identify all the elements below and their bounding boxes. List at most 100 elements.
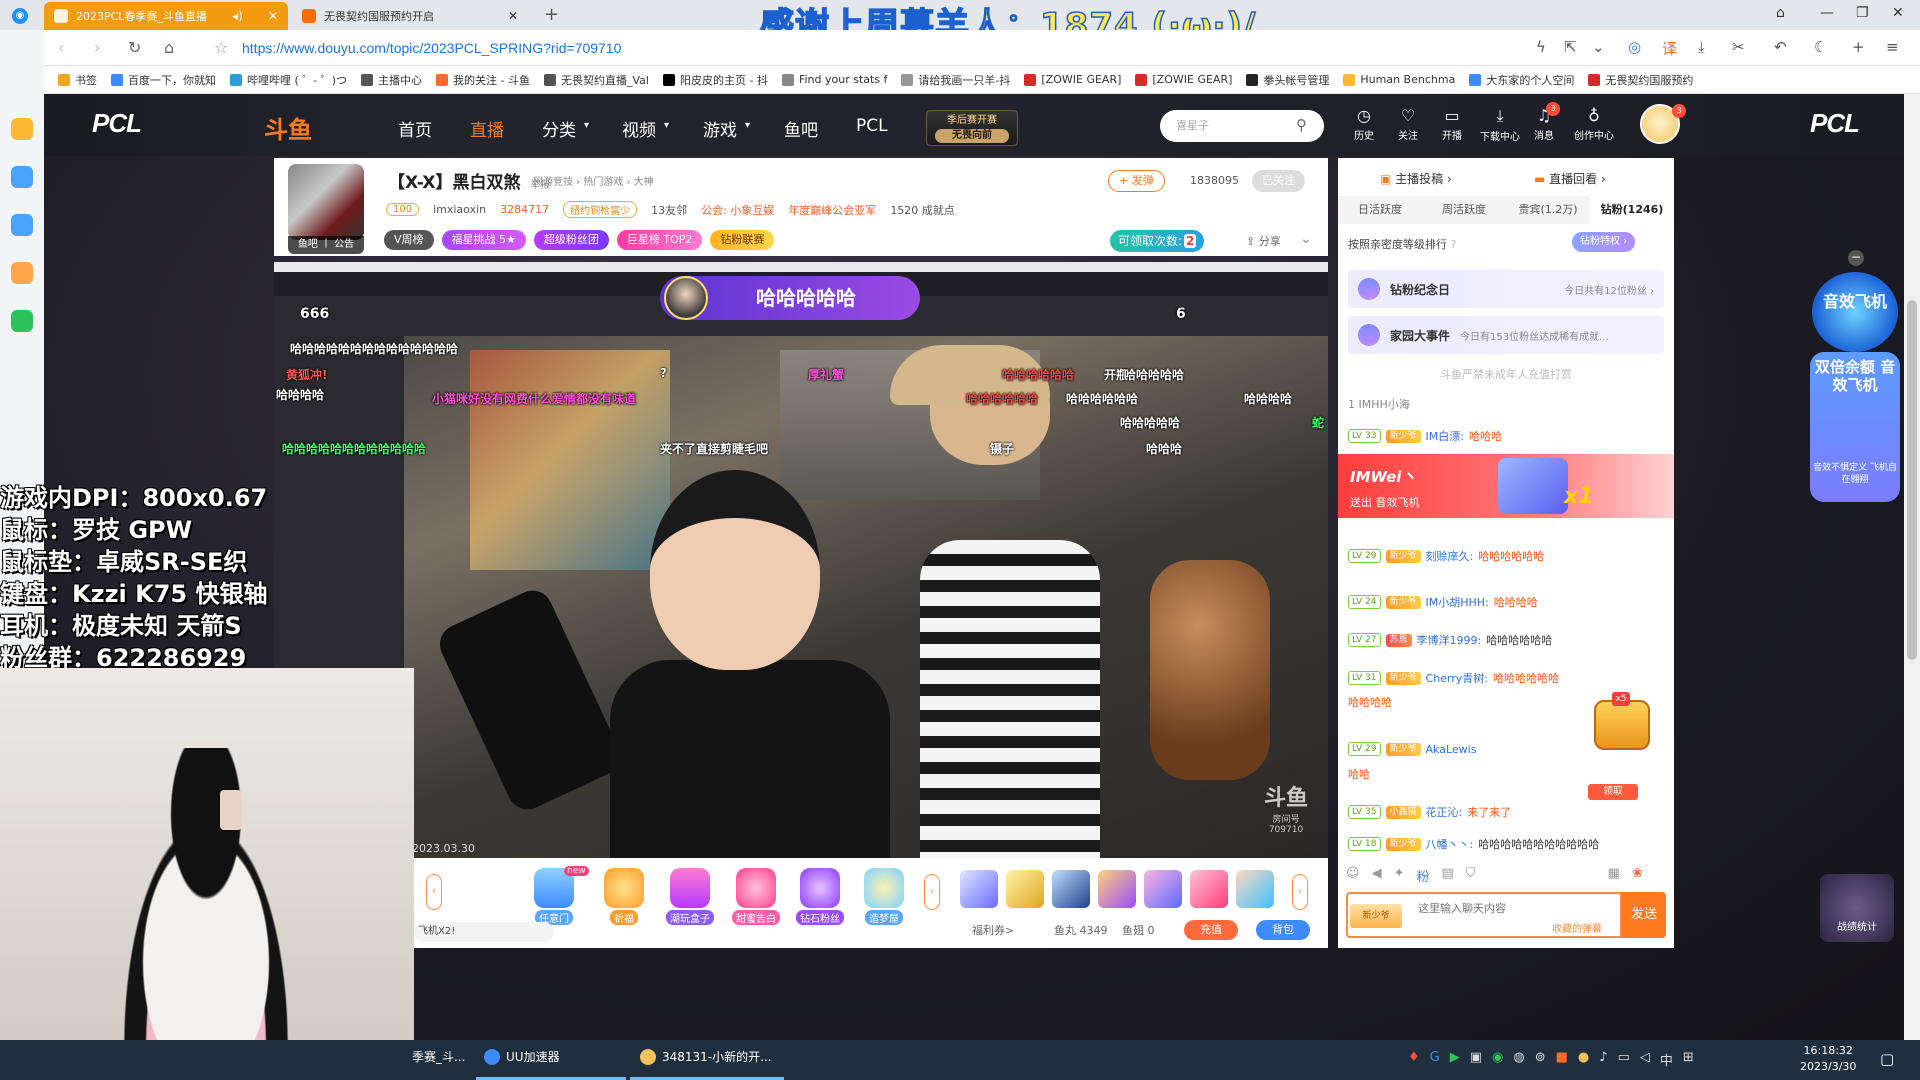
bookmark-item[interactable]: [ZOWIE GEAR] — [1024, 73, 1121, 86]
super-fans-pill[interactable]: 超级粉丝团 — [533, 230, 609, 250]
messages-button[interactable]: ♫ 消息 3 — [1524, 102, 1564, 142]
lightning-icon[interactable]: ϟ — [1536, 38, 1546, 56]
nav-home[interactable]: 首页 — [398, 116, 432, 141]
battle-stats-badge[interactable]: 战绩统计 — [1820, 874, 1894, 942]
chat-message[interactable]: LV 29 新少爷 刻赊庠久: 哈哈哈哈哈哈 — [1348, 548, 1664, 564]
tray-cloud-icon[interactable]: ◍ — [1513, 1050, 1524, 1069]
start-live-button[interactable]: ▭ 开播 — [1432, 106, 1472, 142]
streamer-name[interactable]: imxiaoxin — [433, 203, 486, 216]
friends-count[interactable]: 13友邻 — [651, 202, 687, 218]
bookmark-item[interactable]: 无畏契约国服预约 — [1588, 72, 1693, 88]
copper-pill[interactable]: 纽约铜枪富少 — [563, 201, 638, 218]
promo-diamond-anniversary[interactable]: 钻粉纪念日 今日共有12位粉丝 › — [1348, 270, 1664, 308]
gift-diamond-fans[interactable]: 钻石粉丝 — [796, 868, 844, 925]
backpack-button[interactable]: 背包 — [1256, 920, 1310, 940]
chat-username[interactable]: 花正沁: — [1426, 804, 1463, 820]
chat-message[interactable]: LV 24 新少爷 IM小胡HHH: 哈哈哈哈 — [1348, 594, 1664, 610]
streamer-avatar[interactable] — [288, 164, 364, 240]
tab-diamond-fans[interactable]: 钻粉(1246) — [1590, 196, 1674, 224]
tray-c-icon[interactable]: G — [1430, 1050, 1440, 1069]
restore-button[interactable]: ❐ — [1856, 5, 1869, 21]
tray-volume-icon[interactable]: ♪ — [1599, 1050, 1607, 1069]
bookmark-item[interactable]: Find your stats f — [781, 73, 887, 86]
tab-replay[interactable]: ▬ 直播回看 › — [1534, 170, 1606, 187]
tray-app-icon[interactable]: ■ — [1556, 1050, 1568, 1069]
nav-category[interactable]: 分类 — [542, 116, 576, 141]
chat-username[interactable]: Cherry青树: — [1426, 670, 1489, 686]
reload-icon[interactable]: ↻ — [128, 38, 141, 57]
gift-car-icon[interactable] — [1236, 870, 1274, 908]
send-button[interactable]: 发送 — [1622, 892, 1666, 938]
download-center-button[interactable]: ⤓ 下载中心 — [1476, 106, 1524, 143]
tray-steam-icon[interactable]: ⊚ — [1535, 1050, 1546, 1069]
taskbar-item-obs[interactable]: 348131-小新的开... — [640, 1048, 772, 1065]
back-icon[interactable]: ‹ — [58, 38, 64, 57]
welfare-pill[interactable]: 福星挑战 5★ — [441, 230, 526, 250]
bookmark-item[interactable]: 大东家的个人空间 — [1469, 72, 1574, 88]
block-icon[interactable]: ▦ — [1608, 866, 1620, 885]
nav-pcl[interactable]: PCL — [856, 116, 888, 136]
guild-label[interactable]: 公会: 小象互娱 — [701, 202, 774, 218]
gift-ship-icon[interactable] — [1052, 870, 1090, 908]
bookmark-item[interactable]: 我的关注 - 斗鱼 — [436, 72, 530, 88]
treasure-chest-icon[interactable] — [1594, 700, 1650, 750]
follow-list-button[interactable]: ♡ 关注 — [1388, 106, 1428, 142]
chat-username[interactable]: 刻赊庠久: — [1426, 548, 1474, 564]
douyu-logo[interactable]: 斗鱼 — [264, 110, 312, 145]
bookmark-item[interactable]: [ZOWIE GEAR] — [1135, 73, 1232, 86]
gift-portal[interactable]: 任意门 — [530, 868, 578, 925]
chat-message[interactable]: LV 35 小鑫猫 花正沁: 来了来了 — [1348, 804, 1664, 820]
gift-scroll-right[interactable]: › — [1292, 874, 1308, 910]
extension-icon[interactable]: ◎ — [1628, 38, 1641, 56]
tab-daily-activity[interactable]: 日活跃度 — [1338, 196, 1422, 224]
season-badge[interactable]: 季后赛开赛 无畏向前 — [926, 110, 1018, 146]
nav-yuba[interactable]: 鱼吧 — [784, 116, 818, 141]
scrollbar-thumb[interactable] — [1907, 300, 1917, 660]
tab-valorant[interactable]: 无畏契约国服预约开启 ✕ — [292, 2, 528, 30]
more-options-icon[interactable]: ⌄ — [1300, 231, 1312, 247]
search-icon[interactable] — [11, 262, 33, 284]
tray-grid-icon[interactable]: ⊞ — [1683, 1050, 1694, 1069]
first-rank-user[interactable]: 1 IMHH小海 — [1348, 396, 1664, 412]
gift-heart-icon[interactable] — [1190, 870, 1228, 908]
forward-icon[interactable]: › — [94, 38, 100, 57]
gift-rocket-icon[interactable] — [1006, 870, 1044, 908]
chat-message[interactable]: 哈哈 — [1348, 766, 1664, 782]
new-tab-button[interactable]: + — [544, 4, 559, 25]
double-balance-badge[interactable]: 双倍余额 音效飞机 音效不惧定义 飞机自在翱翔 — [1810, 352, 1900, 502]
tray-ime-label[interactable]: 中 — [1660, 1050, 1673, 1069]
bookmark-item[interactable]: 阳皮皮的主页 - 抖 — [662, 72, 768, 88]
url-field[interactable]: https://www.douyu.com/topic/2023PCL_SPRI… — [242, 40, 621, 56]
tray-network-icon[interactable]: ▭ — [1618, 1050, 1630, 1069]
giant-star-pill[interactable]: 巨星榜 TOP2 — [616, 230, 703, 250]
claim-button[interactable]: 可领取次数: 2 — [1110, 230, 1205, 252]
gift-scroll-arrow[interactable]: › — [924, 874, 940, 910]
star-icon[interactable]: ☆ — [214, 38, 228, 57]
sound-plane-badge[interactable]: 音效飞机 — [1812, 272, 1898, 352]
translate-icon[interactable]: 译 — [1662, 38, 1677, 59]
send-danmu-button[interactable]: + 发弹 — [1108, 170, 1165, 192]
emoji-icon[interactable]: ☺ — [1346, 866, 1360, 885]
chat-message[interactable]: LV 33 新少爷 IM白漂: 哈哈哈 — [1348, 428, 1664, 444]
gift-banner[interactable]: IMWei丶 送出 音效飞机 x1 — [1338, 454, 1674, 518]
avatar-tag[interactable]: 鱼吧 丨 公告 — [288, 236, 364, 254]
search-icon[interactable]: ⚲ — [1296, 116, 1307, 134]
achievement-points[interactable]: 1520 成就点 — [890, 202, 955, 218]
badge-icon[interactable]: ✦ — [1394, 866, 1405, 885]
cloud-icon[interactable] — [11, 166, 33, 188]
tab-vip[interactable]: 贵宾(1.2万) — [1506, 196, 1590, 224]
close-window-button[interactable]: ✕ — [1892, 5, 1904, 21]
gift-pray[interactable]: 祈福 — [600, 868, 648, 925]
welfare-link[interactable]: 福利券> — [972, 922, 1014, 938]
help-icon[interactable]: ? — [1451, 238, 1457, 251]
diamond-privilege-button[interactable]: 钻粉特权 › — [1572, 232, 1636, 252]
nav-video[interactable]: 视频 — [622, 116, 656, 141]
chest-claim-button[interactable]: 领取 — [1588, 784, 1638, 800]
tray-qq-icon[interactable]: ● — [1578, 1050, 1589, 1069]
taskbar-item-uu[interactable]: UU加速器 — [484, 1048, 560, 1065]
creator-center-button[interactable]: ♁ 创作中心 — [1568, 106, 1620, 142]
bookmark-item[interactable]: Human Benchma — [1343, 73, 1455, 86]
bookmark-item[interactable]: 主播中心 — [361, 72, 422, 88]
gift-plane-icon[interactable] — [960, 870, 998, 908]
shield-icon[interactable]: ⛉ — [1466, 866, 1476, 885]
